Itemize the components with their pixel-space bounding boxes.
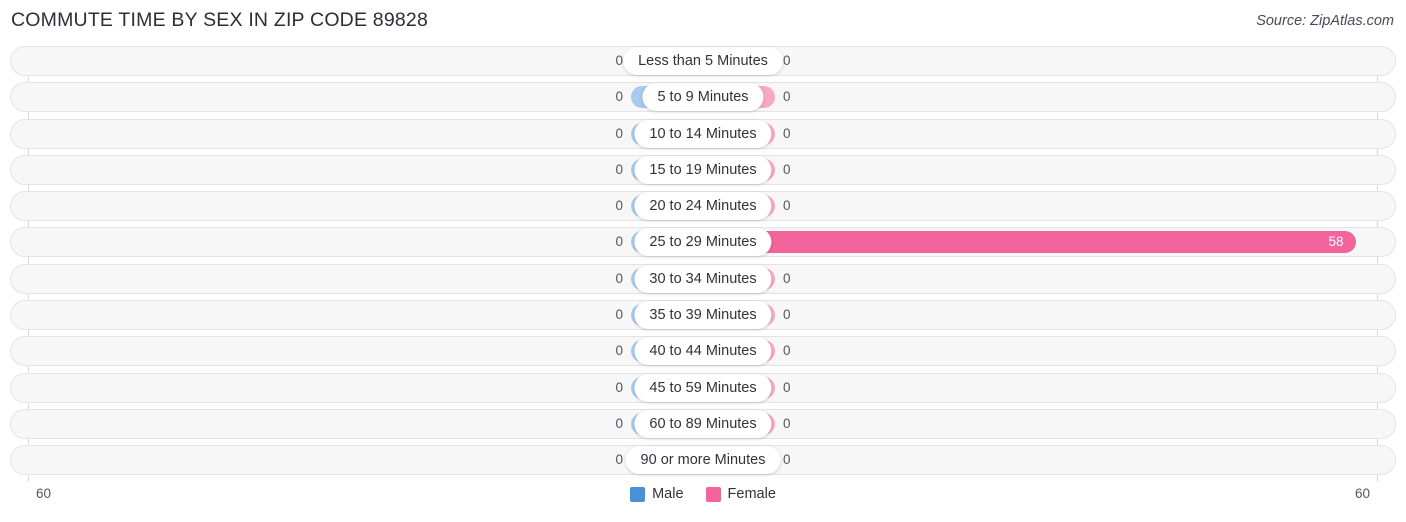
male-value-label: 0 [615,343,623,359]
chart-row: 0 0 35 to 39 Minutes [0,300,1406,331]
chart-rows: 0 0 Less than 5 Minutes 0 0 5 to 9 Minutes 0 0 1… [0,46,1406,482]
row-bars: 0 0 35 to 39 Minutes [0,300,1406,330]
male-value-label: 0 [615,452,623,468]
male-value-label: 0 [615,161,623,177]
chart-row: 0 0 30 to 34 Minutes [0,263,1406,294]
category-label-pill[interactable]: 10 to 14 Minutes [634,119,772,148]
row-bars: 0 0 40 to 44 Minutes [0,336,1406,366]
female-value-label: 0 [783,125,791,141]
female-value-label: 58 [1328,234,1344,250]
male-value-label: 0 [615,270,623,286]
legend-swatch-icon [630,486,646,502]
male-value-label: 0 [615,53,623,68]
category-label-pill[interactable]: 25 to 29 Minutes [634,228,772,257]
chart-row: 0 0 40 to 44 Minutes [0,336,1406,367]
diverging-bar-chart: 0 0 Less than 5 Minutes 0 0 5 to 9 Minutes 0 0 1… [0,46,1406,482]
female-value-label: 0 [783,161,791,177]
male-value-label: 0 [615,415,623,431]
row-bars: 0 0 30 to 34 Minutes [0,264,1406,294]
category-label-pill[interactable]: 20 to 24 Minutes [634,192,772,221]
row-bars: 0 58 25 to 29 Minutes [0,227,1406,257]
chart-header: COMMUTE TIME BY SEX IN ZIP CODE 89828 So… [0,0,1406,44]
chart-row: 0 0 10 to 14 Minutes [0,118,1406,149]
female-value-label: 0 [783,307,791,323]
female-value-label: 0 [783,415,791,431]
category-label-pill[interactable]: 40 to 44 Minutes [634,337,772,366]
chart-row: 0 0 90 or more Minutes [0,445,1406,476]
chart-row: 0 0 15 to 19 Minutes [0,154,1406,185]
category-label-pill[interactable]: 45 to 59 Minutes [634,373,772,402]
chart-row: 0 0 60 to 89 Minutes [0,408,1406,439]
male-value-label: 0 [615,379,623,395]
male-value-label: 0 [615,234,623,250]
male-value-label: 0 [615,89,623,105]
source-attribution: Source: ZipAtlas.com [1256,13,1394,29]
page-title: COMMUTE TIME BY SEX IN ZIP CODE 89828 [11,9,429,31]
row-bars: 0 0 60 to 89 Minutes [0,409,1406,439]
category-label-pill[interactable]: 90 or more Minutes [625,446,781,475]
row-bars: 0 0 90 or more Minutes [0,445,1406,475]
row-bars: 0 0 10 to 14 Minutes [0,119,1406,149]
chart-row: 0 0 Less than 5 Minutes [0,46,1406,76]
legend-swatch-icon [705,486,721,502]
legend-label: Female [727,486,776,502]
female-value-label: 0 [783,53,791,68]
row-bars: 0 0 20 to 24 Minutes [0,191,1406,221]
legend-label: Male [652,486,684,502]
chart-legend: Male Female [0,486,1406,502]
chart-row: 0 0 20 to 24 Minutes [0,191,1406,222]
female-bar[interactable] [703,231,1356,254]
female-value-label: 0 [783,270,791,286]
row-bars: 0 0 15 to 19 Minutes [0,155,1406,185]
female-value-label: 0 [783,343,791,359]
category-label-pill[interactable]: 30 to 34 Minutes [634,264,772,293]
female-value-label: 0 [783,452,791,468]
chart-row: 0 0 45 to 59 Minutes [0,372,1406,403]
category-label-pill[interactable]: 60 to 89 Minutes [634,409,772,438]
row-bars: 0 0 Less than 5 Minutes [0,46,1406,76]
chart-footer: 60 60 Male Female [0,482,1406,522]
row-bars: 0 0 45 to 59 Minutes [0,373,1406,403]
female-value-label: 0 [783,379,791,395]
male-value-label: 0 [615,307,623,323]
chart-row: 0 58 25 to 29 Minutes [0,227,1406,258]
category-label-pill[interactable]: 15 to 19 Minutes [634,155,772,184]
female-value-label: 0 [783,89,791,105]
category-label-pill[interactable]: 35 to 39 Minutes [634,301,772,330]
female-value-label: 0 [783,198,791,214]
category-label-pill[interactable]: Less than 5 Minutes [623,47,783,75]
chart-row: 0 0 5 to 9 Minutes [0,82,1406,113]
row-bars: 0 0 5 to 9 Minutes [0,82,1406,112]
legend-item[interactable]: Female [705,486,776,502]
category-label-pill[interactable]: 5 to 9 Minutes [642,83,764,112]
male-value-label: 0 [615,198,623,214]
legend-item[interactable]: Male [630,486,684,502]
male-value-label: 0 [615,125,623,141]
